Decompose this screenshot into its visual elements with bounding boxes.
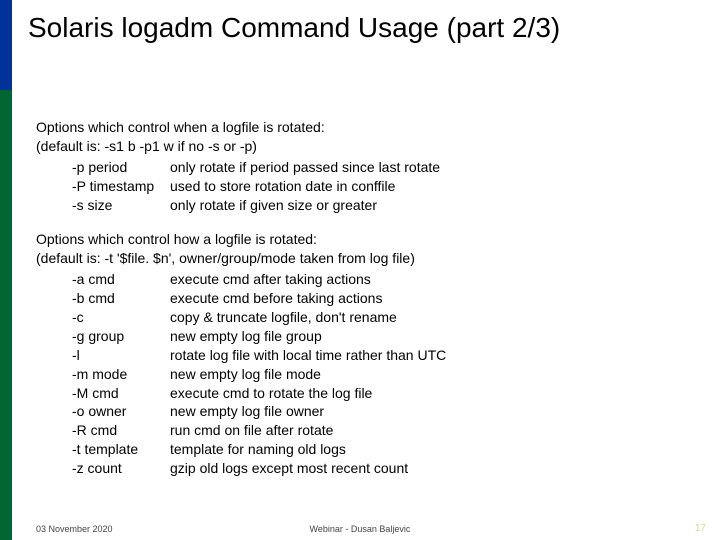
section-gap <box>36 214 700 230</box>
option-flag: -g group <box>72 327 170 346</box>
option-description: new empty log file mode <box>170 365 700 384</box>
footer-center: Webinar - Dusan Baljevic <box>0 524 720 534</box>
option-description: rotate log file with local time rather t… <box>170 346 700 365</box>
option-row: -z countgzip old logs except most recent… <box>36 459 700 478</box>
option-description: run cmd on file after rotate <box>170 421 700 440</box>
option-description: copy & truncate logfile, don't rename <box>170 308 700 327</box>
option-description: execute cmd after taking actions <box>170 270 700 289</box>
option-flag: -o owner <box>72 402 170 421</box>
option-description: template for naming old logs <box>170 440 700 459</box>
option-row: -g groupnew empty log file group <box>36 327 700 346</box>
option-description: gzip old logs except most recent count <box>170 459 700 478</box>
option-row: -b cmdexecute cmd before taking actions <box>36 289 700 308</box>
option-flag: -p period <box>72 158 170 177</box>
option-description: only rotate if period passed since last … <box>170 158 700 177</box>
option-flag: -a cmd <box>72 270 170 289</box>
option-description: new empty log file group <box>170 327 700 346</box>
option-description: execute cmd before taking actions <box>170 289 700 308</box>
option-row: -ccopy & truncate logfile, don't rename <box>36 308 700 327</box>
option-flag: -s size <box>72 196 170 215</box>
option-row: -P timestampused to store rotation date … <box>36 177 700 196</box>
accent-bar-top <box>0 0 12 90</box>
option-row: -lrotate log file with local time rather… <box>36 346 700 365</box>
section1-heading: Options which control when a logfile is … <box>36 118 700 137</box>
page-title: Solaris logadm Command Usage (part 2/3) <box>28 12 700 44</box>
option-flag: -c <box>72 308 170 327</box>
option-flag: -M cmd <box>72 384 170 403</box>
footer-page-number: 17 <box>695 523 706 534</box>
option-description: only rotate if given size or greater <box>170 196 700 215</box>
option-row: -o ownernew empty log file owner <box>36 402 700 421</box>
option-flag: -P timestamp <box>72 177 170 196</box>
slide-footer: 03 November 2020 Webinar - Dusan Baljevi… <box>0 518 720 534</box>
option-description: new empty log file owner <box>170 402 700 421</box>
option-flag: -m mode <box>72 365 170 384</box>
option-row: -R cmdrun cmd on file after rotate <box>36 421 700 440</box>
slide-body: Options which control when a logfile is … <box>36 118 700 478</box>
section2-options: -a cmdexecute cmd after taking actions-b… <box>36 270 700 478</box>
option-flag: -z count <box>72 459 170 478</box>
slide: Solaris logadm Command Usage (part 2/3) … <box>0 0 720 540</box>
section1-options: -p periodonly rotate if period passed si… <box>36 158 700 215</box>
option-row: -s sizeonly rotate if given size or grea… <box>36 196 700 215</box>
section2-heading: Options which control how a logfile is r… <box>36 230 700 249</box>
option-row: -p periodonly rotate if period passed si… <box>36 158 700 177</box>
accent-bar-bottom <box>0 90 12 540</box>
option-flag: -l <box>72 346 170 365</box>
section2-default: (default is: -t '$file. $n', owner/group… <box>36 249 700 268</box>
option-row: -t templatetemplate for naming old logs <box>36 440 700 459</box>
option-row: -m modenew empty log file mode <box>36 365 700 384</box>
section1-default: (default is: -s1 b -p1 w if no -s or -p) <box>36 137 700 156</box>
option-flag: -R cmd <box>72 421 170 440</box>
option-flag: -t template <box>72 440 170 459</box>
option-row: -a cmdexecute cmd after taking actions <box>36 270 700 289</box>
option-description: used to store rotation date in conffile <box>170 177 700 196</box>
option-description: execute cmd to rotate the log file <box>170 384 700 403</box>
option-flag: -b cmd <box>72 289 170 308</box>
option-row: -M cmdexecute cmd to rotate the log file <box>36 384 700 403</box>
